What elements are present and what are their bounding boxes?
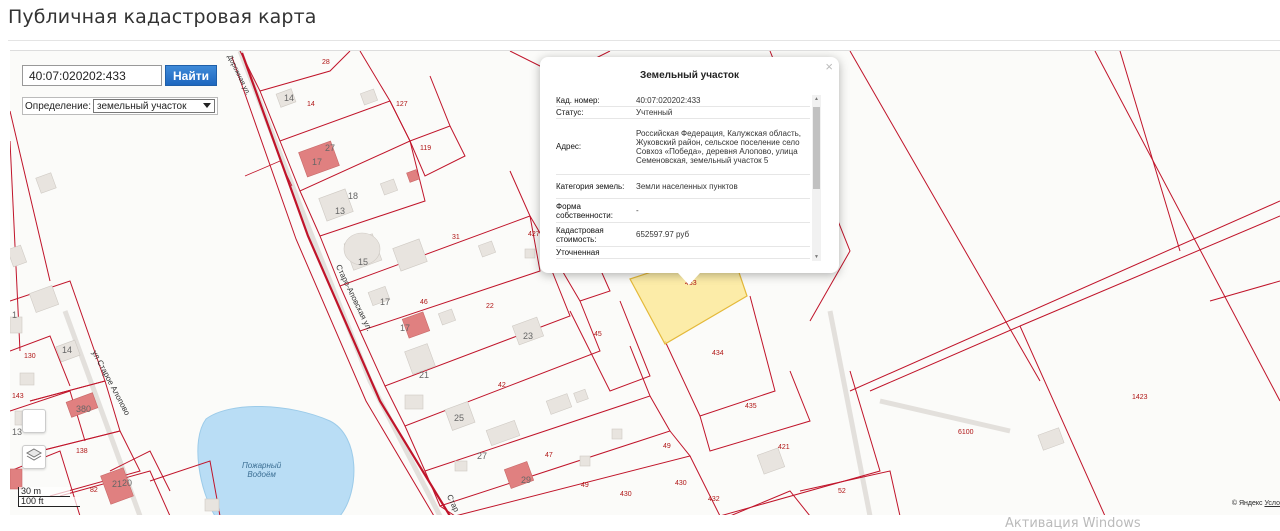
parcel-label: 143 — [12, 393, 24, 400]
layers-button[interactable] — [22, 445, 46, 469]
parcel-label: 52 — [838, 488, 846, 495]
property-value: Учтенный — [636, 108, 673, 117]
house-number: 17 — [400, 323, 411, 333]
scale-feet: 100 ft — [18, 497, 80, 507]
property-value: 40:07:020202:433 — [636, 96, 701, 105]
search-button[interactable]: Найти — [165, 65, 217, 86]
property-value: Земли населенных пунктов — [636, 182, 738, 191]
definition-select[interactable]: земельный участок — [93, 99, 216, 113]
property-key: Статус: — [556, 108, 584, 117]
scroll-down-icon[interactable]: ▼ — [812, 254, 821, 260]
house-number: 29 — [521, 475, 532, 485]
house-number: 25 — [454, 413, 465, 423]
popup-title: Земельный участок — [639, 70, 740, 81]
definition-label: Определение: — [25, 100, 92, 112]
parcel-label: 45 — [594, 331, 602, 338]
parcel-label: 430 — [620, 491, 632, 498]
house-number: 27 — [325, 143, 336, 153]
parcel-label: 432 — [708, 496, 720, 503]
search-bar: Найти — [22, 65, 217, 86]
parcel-label: 430 — [675, 480, 687, 487]
property-row: Форма собственности: - — [556, 199, 810, 223]
map-copyright: © Яндекс Усло — [1231, 500, 1280, 507]
property-key: Категория земель: — [556, 182, 625, 191]
house-number: 20 — [122, 478, 133, 488]
scroll-up-icon[interactable]: ▲ — [812, 96, 821, 102]
house-number: 23 — [523, 331, 534, 341]
parcel-label: 427 — [528, 231, 540, 238]
parcel-label: 127 — [396, 101, 408, 108]
parcel-label: 49 — [581, 482, 589, 489]
house-number: 18 — [348, 191, 359, 201]
parcel-label: 119 — [420, 145, 432, 152]
parcel-label: 6100 — [958, 429, 974, 436]
search-input[interactable] — [22, 65, 162, 86]
popup-scrollbar[interactable]: ▲ ▼ — [812, 95, 821, 261]
property-key: Кадастровая стоимость: — [556, 225, 604, 244]
parcel-label: 421 — [778, 444, 790, 451]
property-key: Уточненная — [556, 248, 600, 257]
house-number: 17 — [312, 157, 323, 167]
property-value: Российская Федерация, Калужская область,… — [636, 128, 801, 165]
house-number: 15 — [358, 257, 369, 267]
parcel-label: 434 — [712, 350, 724, 357]
house-number: 21 — [419, 370, 430, 380]
parcel-label: 47 — [545, 452, 553, 459]
cadastral-map[interactable]: 28 14 127 119 31 427 46 22 45 42 49 430 … — [10, 50, 1280, 515]
property-row: Кад. номер: 40:07:020202:433 — [556, 95, 810, 107]
ruler-button[interactable] — [22, 409, 46, 433]
property-value: 652597.97 руб — [636, 230, 690, 239]
windows-activation-watermark: Активация Windows — [1005, 516, 1141, 531]
parcel-label: 138 — [76, 448, 88, 455]
house-number: 1 — [12, 310, 18, 320]
property-row: Адрес: Российская Федерация, Калужская о… — [556, 119, 810, 175]
house-number: 380 — [76, 404, 92, 414]
terms-link[interactable]: Усло — [1264, 500, 1280, 507]
parcel-label: 14 — [307, 101, 315, 108]
parcel-label: 42 — [498, 382, 506, 389]
popup-properties: Кад. номер: 40:07:020202:433 Статус: Учт… — [556, 95, 810, 261]
page-title: Публичная кадастровая карта — [8, 6, 317, 28]
definition-selected-value: земельный участок — [97, 100, 187, 112]
parcel-label: 130 — [24, 353, 36, 360]
scrollbar-thumb[interactable] — [813, 107, 820, 189]
house-number: 13 — [12, 427, 23, 437]
parcel-label: 1423 — [1132, 394, 1148, 401]
chevron-down-icon — [203, 101, 212, 112]
parcel-label: 28 — [322, 59, 330, 66]
property-row: Кадастровая стоимость: 652597.97 руб — [556, 223, 810, 247]
parcel-label: 49 — [663, 443, 671, 450]
parcel-info-popup: × Земельный участок Кад. номер: 40:07:02… — [540, 57, 839, 285]
property-key: Форма собственности: — [556, 201, 613, 220]
house-number: 14 — [284, 93, 295, 103]
property-row: Категория земель: Земли населенных пункт… — [556, 175, 810, 199]
water-body-label: Пожарный Водоём — [242, 461, 282, 479]
property-value — [636, 248, 810, 257]
title-divider — [8, 40, 1280, 41]
house-number: 13 — [335, 206, 346, 216]
parcel-label: 31 — [452, 234, 460, 241]
parcel-label: 435 — [745, 403, 757, 410]
house-number: 17 — [380, 297, 391, 307]
scale-bar: 30 m 100 ft — [18, 487, 80, 507]
buildings — [10, 88, 1065, 512]
property-key: Кад. номер: — [556, 96, 600, 105]
layers-icon — [25, 447, 43, 468]
house-number: 14 — [62, 345, 73, 355]
house-number: 27 — [477, 451, 488, 461]
definition-row: Определение: земельный участок — [22, 97, 219, 115]
parcel-label: 82 — [90, 487, 98, 494]
property-key: Адрес: — [556, 142, 582, 151]
property-value: - — [636, 206, 639, 215]
parcel-label: 46 — [420, 299, 428, 306]
property-row: Уточненная — [556, 247, 810, 259]
house-number: 21 — [112, 479, 123, 489]
property-row: Статус: Учтенный — [556, 107, 810, 119]
parcel-label: 22 — [486, 303, 494, 310]
